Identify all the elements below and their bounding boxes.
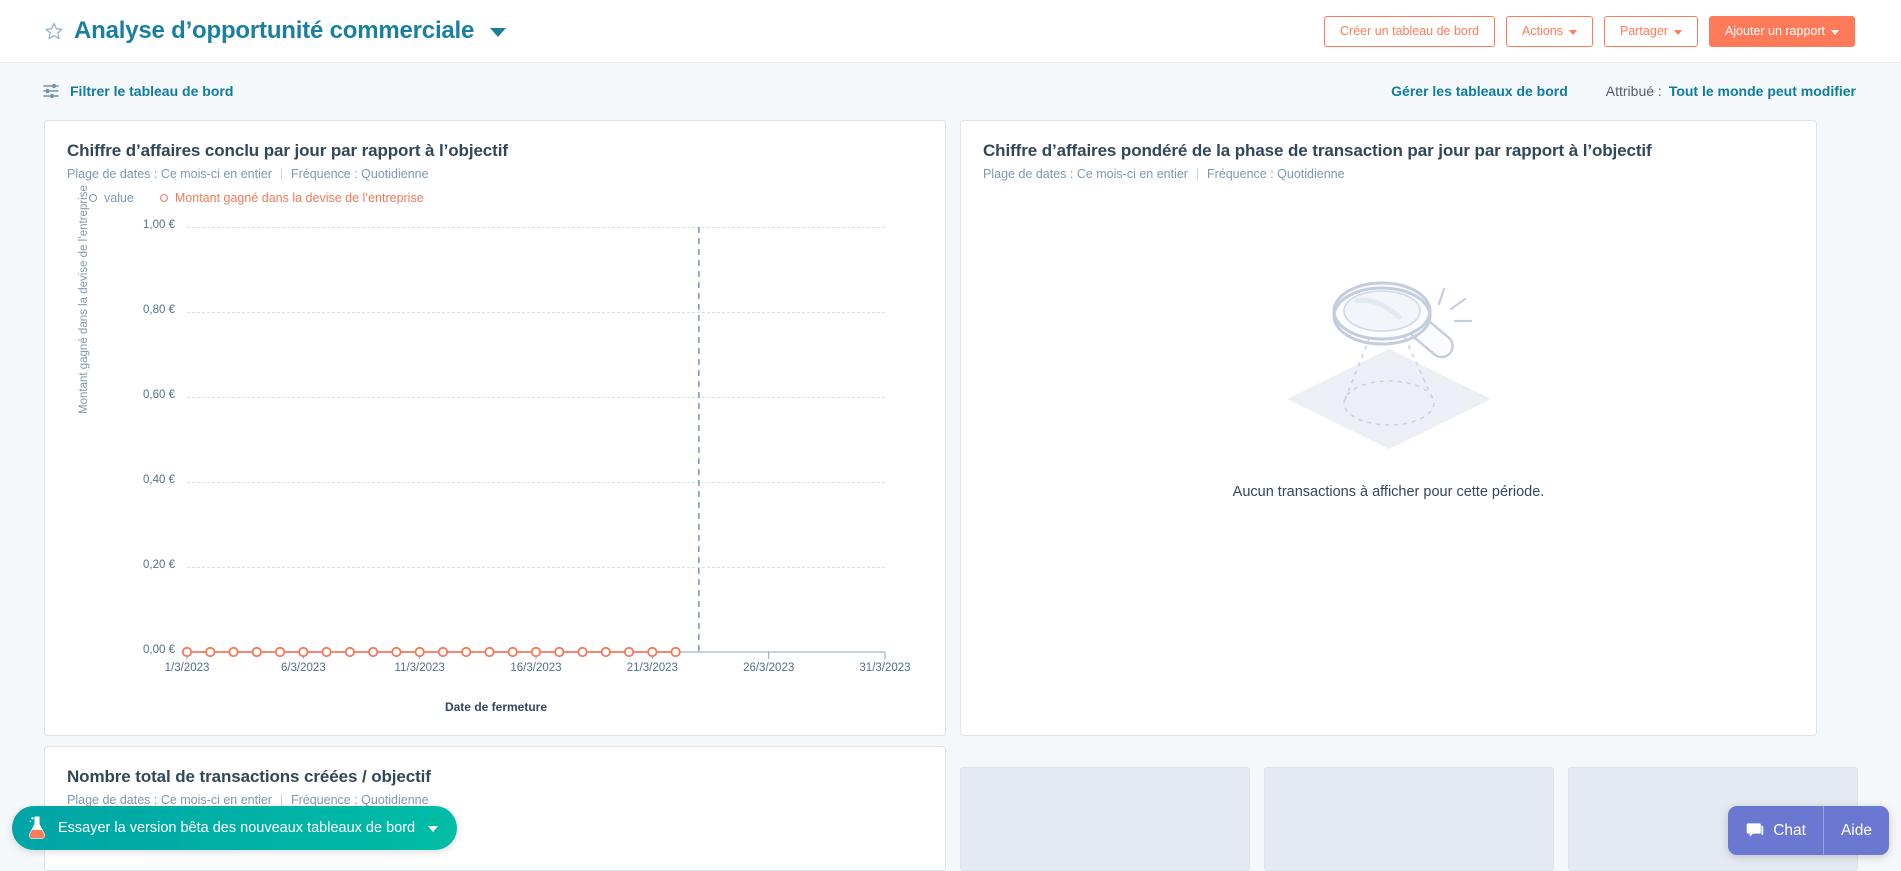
dashboard-grid: Chiffre d’affaires conclu par jour par r…: [0, 118, 1901, 871]
actions-label: Actions: [1521, 24, 1563, 38]
assigned-label: Attribué :: [1605, 82, 1662, 99]
sliders-icon: [42, 82, 60, 100]
report-card-revenue: Chiffre d’affaires conclu par jour par r…: [44, 120, 946, 736]
report-date-range: Plage de dates : Ce mois-ci en entier: [67, 167, 272, 181]
page-title: Analyse d’opportunité commerciale: [74, 17, 475, 44]
flask-icon: [26, 815, 48, 841]
chevron-down-icon: [1831, 29, 1839, 35]
report-meta: Plage de dates : Ce mois-ci en entier Fr…: [67, 793, 923, 807]
chevron-down-icon: [1568, 29, 1577, 35]
report-title: Chiffre d’affaires pondéré de la phase d…: [983, 141, 1652, 160]
chat-button[interactable]: Chat: [1728, 821, 1823, 841]
line-chart: Montant gagné dans la devise de l’entrep…: [67, 185, 925, 714]
assigned-value-link[interactable]: Tout le monde peut modifier: [1669, 83, 1856, 99]
top-bar-actions: Créer un tableau de bord Actions Partage…: [1324, 15, 1855, 47]
report-date-range: Plage de dates : Ce mois-ci en entier: [67, 793, 272, 807]
create-dashboard-button[interactable]: Créer un tableau de bord: [1324, 15, 1495, 47]
help-button[interactable]: Aide: [1824, 822, 1889, 840]
chat-label: Chat: [1773, 821, 1806, 839]
beta-dashboards-pill[interactable]: Essayer la version bêta des nouveaux tab…: [12, 806, 458, 850]
report-title: Nombre total de transactions créées / ob…: [67, 767, 431, 786]
chevron-down-icon[interactable]: [490, 28, 507, 37]
filter-bar: Filtrer le tableau de bord Gérer les tab…: [0, 63, 1901, 118]
share-label: Partager: [1619, 24, 1668, 38]
chat-bubble-icon: [1745, 821, 1765, 841]
meta-divider: [280, 793, 282, 807]
chart-legend: value Montant gagné dans la devise de l’…: [89, 191, 923, 205]
create-dashboard-label: Créer un tableau de bord: [1340, 24, 1479, 38]
report-meta: Plage de dates : Ce mois-ci en entier Fr…: [983, 167, 1794, 181]
beta-pill-label: Essayer la version bêta des nouveaux tab…: [58, 820, 416, 836]
filter-dashboard-label: Filtrer le tableau de bord: [70, 82, 234, 99]
report-frequency: Fréquence : Quotidienne: [290, 167, 429, 181]
skeleton-card-2: [1264, 767, 1554, 871]
meta-divider: [280, 167, 282, 181]
legend-label: value: [104, 191, 134, 205]
report-date-range: Plage de dates : Ce mois-ci en entier: [983, 167, 1188, 181]
share-button[interactable]: Partager: [1603, 15, 1698, 47]
legend-item-value[interactable]: value: [89, 191, 134, 205]
actions-button[interactable]: Actions: [1505, 15, 1593, 47]
report-title: Chiffre d’affaires conclu par jour par r…: [67, 141, 508, 160]
star-outline-icon[interactable]: [44, 21, 64, 41]
magnifier-search-illustration-icon: [1269, 271, 1509, 456]
empty-state: Aucun transactions à afficher pour cette…: [961, 271, 1816, 500]
meta-divider: [1196, 167, 1198, 181]
report-frequency: Fréquence : Quotidienne: [1206, 167, 1345, 181]
legend-item-amount[interactable]: Montant gagné dans la devise de l’entrep…: [159, 191, 424, 205]
dashboard-title-group[interactable]: Analyse d’opportunité commerciale: [44, 17, 507, 45]
filter-bar-right: Gérer les tableaux de bord Attribué : To…: [1391, 83, 1856, 99]
chevron-down-icon: [1673, 29, 1682, 35]
manage-dashboards-link[interactable]: Gérer les tableaux de bord: [1391, 83, 1568, 99]
skeleton-card-1: [960, 767, 1250, 871]
report-card-weighted: Chiffre d’affaires pondéré de la phase d…: [960, 120, 1817, 736]
chat-widget[interactable]: Chat Aide: [1728, 806, 1889, 855]
chevron-down-icon: [428, 826, 439, 832]
add-report-label: Ajouter un rapport: [1724, 24, 1825, 38]
help-label: Aide: [1840, 821, 1872, 839]
empty-state-text: Aucun transactions à afficher pour cette…: [1232, 484, 1545, 500]
filter-dashboard-control[interactable]: Filtrer le tableau de bord: [42, 82, 233, 100]
top-bar: Analyse d’opportunité commerciale Créer …: [0, 0, 1901, 63]
legend-label: Montant gagné dans la devise de l’entrep…: [174, 191, 424, 205]
report-frequency: Fréquence : Quotidienne: [290, 793, 429, 807]
add-report-button[interactable]: Ajouter un rapport: [1708, 15, 1855, 47]
assigned-group: Attribué : Tout le monde peut modifier: [1606, 83, 1856, 99]
report-meta: Plage de dates : Ce mois-ci en entier Fr…: [67, 167, 923, 181]
legend-dot-icon: [159, 194, 168, 202]
legend-dot-icon: [89, 194, 97, 202]
chart-plot-area: [181, 227, 886, 659]
